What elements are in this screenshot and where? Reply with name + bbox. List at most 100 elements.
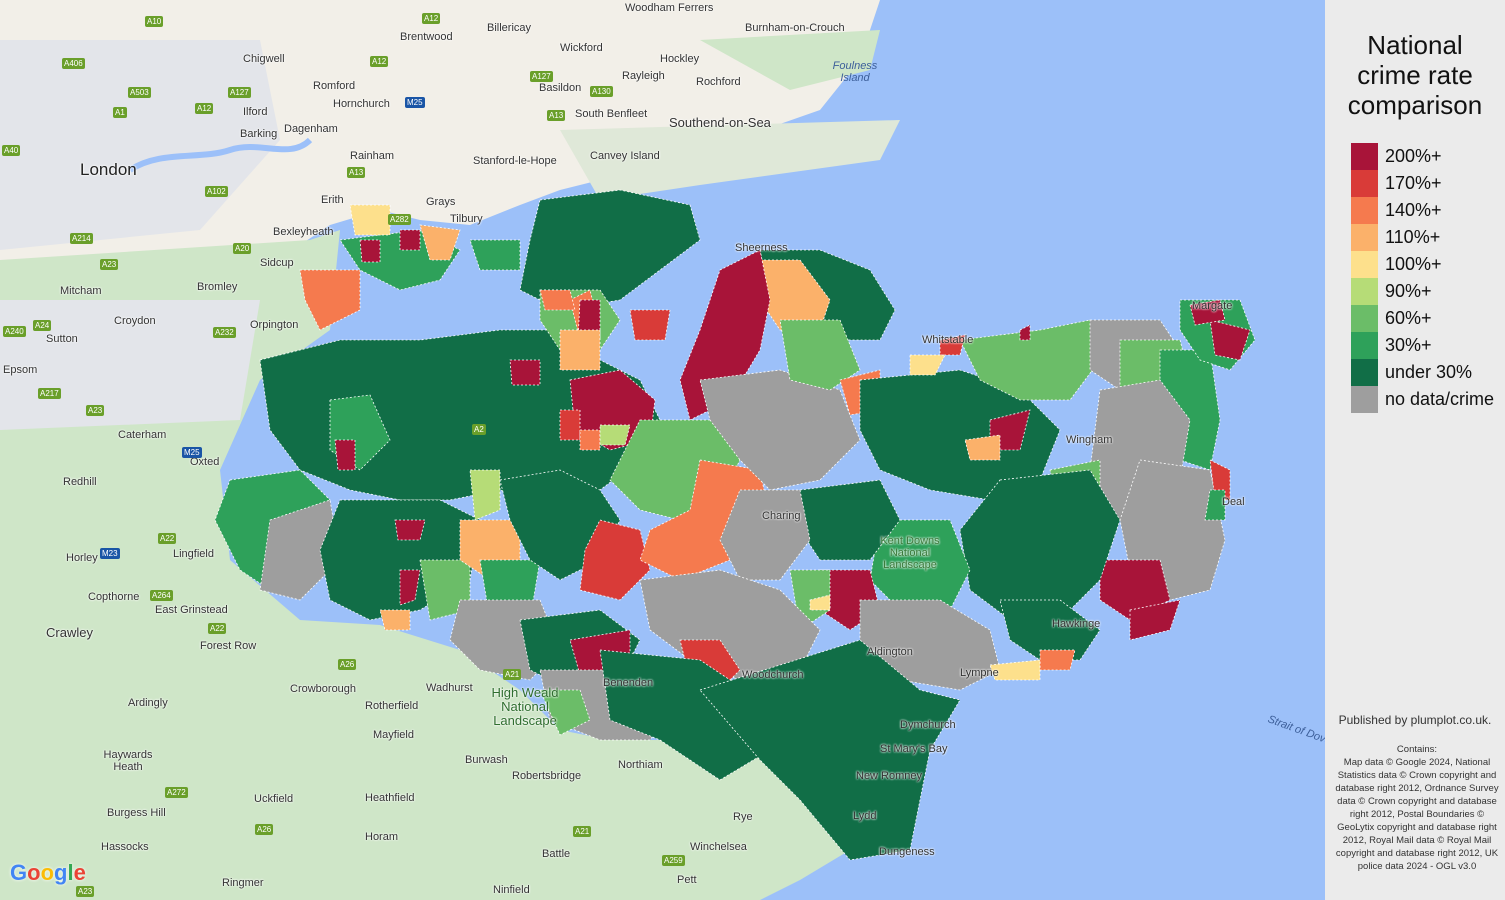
- road-shield: A13: [347, 167, 366, 178]
- legend-title-line: crime rate: [1357, 60, 1473, 90]
- place-label: Dungeness: [879, 846, 935, 858]
- road-shield: A26: [255, 824, 274, 835]
- place-label: Woodchurch: [742, 669, 804, 681]
- place-label: Forest Row: [200, 640, 257, 652]
- road-shield: A282: [388, 214, 411, 225]
- legend-swatch: [1351, 386, 1378, 413]
- place-label: Woodham Ferrers: [625, 2, 714, 14]
- place-label: Sutton: [46, 333, 78, 345]
- place-label: Bromley: [197, 281, 238, 293]
- place-label: Erith: [321, 194, 344, 206]
- place-label: Haywards Heath: [103, 749, 153, 773]
- place-label: Rainham: [350, 150, 395, 162]
- legend-label: 60%+: [1385, 308, 1432, 328]
- legend-title-line: comparison: [1347, 90, 1483, 120]
- place-label: Epsom: [3, 364, 38, 376]
- attribution: Contains: Map data © Google 2024, Nation…: [1333, 743, 1501, 873]
- road-shield: A406: [62, 58, 85, 69]
- road-shield: A272: [165, 787, 188, 798]
- legend-swatch: [1351, 278, 1378, 305]
- place-label: Ardingly: [128, 697, 168, 709]
- legend-swatch: [1351, 197, 1378, 224]
- place-label: Ninfield: [493, 884, 530, 896]
- attribution-text: Map data © Google 2024, National Statist…: [1335, 757, 1499, 872]
- place-label: Robertsbridge: [512, 770, 582, 782]
- place-label: Foulness Island: [832, 60, 878, 84]
- place-label: Hassocks: [101, 841, 149, 853]
- published-by: Published by plumplot.co.uk.: [1338, 713, 1492, 727]
- place-label: Hornchurch: [333, 98, 390, 110]
- place-label: Burgess Hill: [107, 807, 166, 819]
- place-label: Stanford-le-Hope: [473, 155, 557, 167]
- place-label: Burwash: [465, 754, 508, 766]
- place-label: Ilford: [243, 106, 268, 118]
- place-label: Wickford: [560, 42, 603, 54]
- place-label: Sidcup: [260, 257, 294, 269]
- place-label: Barking: [240, 128, 278, 140]
- place-label: Basildon: [539, 82, 582, 94]
- road-shield: A264: [150, 590, 173, 601]
- place-label: Aldington: [867, 646, 913, 658]
- road-shield: M25: [405, 97, 425, 108]
- road-shield: A102: [205, 186, 228, 197]
- place-label: Chigwell: [243, 53, 285, 65]
- place-label: Northiam: [618, 759, 663, 771]
- place-label: Caterham: [118, 429, 167, 441]
- legend-label: 100%+: [1385, 254, 1442, 274]
- legend-title-line: National: [1367, 30, 1463, 60]
- place-label: High Weald National Landscape: [491, 685, 559, 728]
- place-label: Hawkinge: [1052, 618, 1101, 630]
- place-label: Bexleyheath: [273, 226, 334, 238]
- place-label: Wingham: [1066, 434, 1113, 446]
- legend-label: 90%+: [1385, 281, 1432, 301]
- road-shield: A10: [145, 16, 164, 27]
- place-label: Dagenham: [284, 123, 338, 135]
- legend-swatch: [1351, 143, 1378, 170]
- place-label: Rochford: [696, 76, 741, 88]
- road-shield: M25: [182, 447, 202, 458]
- place-label: Copthorne: [88, 591, 140, 603]
- place-label: Billericay: [487, 22, 532, 34]
- place-label: Rayleigh: [622, 70, 665, 82]
- road-shield: A214: [70, 233, 93, 244]
- place-label: Wadhurst: [426, 682, 473, 694]
- road-shield: A12: [422, 13, 441, 24]
- road-shield: A23: [76, 886, 95, 897]
- place-label: Battle: [542, 848, 571, 860]
- place-label: Brentwood: [400, 31, 453, 43]
- road-shield: A24: [33, 320, 52, 331]
- place-label: Kent Downs National Landscape: [880, 535, 940, 571]
- road-shield: M23: [100, 548, 120, 559]
- legend-label: 30%+: [1385, 335, 1432, 355]
- place-label: Winchelsea: [690, 841, 747, 853]
- google-logo: Google: [10, 860, 86, 885]
- place-label: Rotherfield: [365, 700, 419, 712]
- place-label: Burnham-on-Crouch: [745, 22, 845, 34]
- road-shield: A232: [213, 327, 236, 338]
- place-label: Croydon: [114, 315, 156, 327]
- place-label: London: [80, 160, 137, 179]
- road-shield: A20: [233, 243, 252, 254]
- road-shield: A12: [370, 56, 389, 67]
- road-shield: A240: [3, 326, 26, 337]
- legend-swatch: [1351, 359, 1378, 386]
- road-shield: A40: [2, 145, 21, 156]
- place-label: Lingfield: [173, 548, 214, 560]
- road-shield: A23: [86, 405, 105, 416]
- legend-label: 110%+: [1385, 227, 1441, 247]
- legend-label: under 30%: [1385, 362, 1473, 382]
- place-label: St Mary's Bay: [880, 743, 948, 755]
- place-label: Sheerness: [735, 242, 788, 254]
- place-label: Canvey Island: [590, 150, 660, 162]
- map-view[interactable]: London Woodham Ferrers Burnham-on-Crouch…: [0, 0, 1325, 900]
- place-label: South Benfleet: [575, 108, 648, 120]
- road-shield: A21: [573, 826, 592, 837]
- place-label: Crawley: [46, 625, 93, 640]
- road-shield: A1: [113, 107, 127, 118]
- road-shield: A503: [128, 87, 151, 98]
- place-label: Margate: [1192, 300, 1233, 312]
- place-label: Lydd: [853, 810, 877, 822]
- road-shield: A23: [100, 259, 119, 270]
- place-label: Southend-on-Sea: [669, 115, 771, 130]
- road-shield: A12: [195, 103, 214, 114]
